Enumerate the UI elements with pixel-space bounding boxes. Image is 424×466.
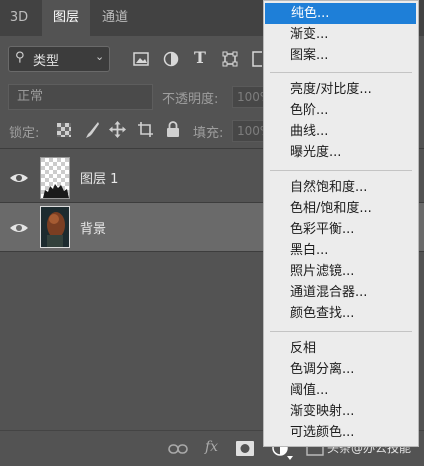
menu-separator xyxy=(270,170,412,171)
menu-item-hue-saturation[interactable]: 色相/饱和度... xyxy=(264,198,418,219)
menu-item-levels[interactable]: 色阶... xyxy=(264,100,418,121)
menu-item-gradient-map[interactable]: 渐变映射... xyxy=(264,401,418,422)
adjustment-layer-menu: 纯色... 渐变... 图案... 亮度/对比度... 色阶... 曲线... … xyxy=(263,0,419,447)
menu-item-curves[interactable]: 曲线... xyxy=(264,121,418,142)
menu-item-threshold[interactable]: 阈值... xyxy=(264,380,418,401)
type-filter-icon[interactable]: T xyxy=(191,48,209,67)
menu-item-pattern[interactable]: 图案... xyxy=(264,45,418,66)
menu-item-channel-mixer[interactable]: 通道混合器... xyxy=(264,282,418,303)
tab-3d[interactable]: 3D xyxy=(0,0,38,36)
layer-thumbnail xyxy=(40,206,70,248)
menu-item-solid-color[interactable]: 纯色... xyxy=(265,3,416,24)
menu-separator xyxy=(270,331,412,332)
tab-layers[interactable]: 图层 xyxy=(42,0,90,36)
shape-filter-icon[interactable] xyxy=(222,51,238,67)
lock-artboard-icon[interactable] xyxy=(137,121,154,138)
lock-label: 锁定: xyxy=(9,126,40,141)
menu-item-invert[interactable]: 反相 xyxy=(264,338,418,359)
lock-image-pixels-icon[interactable] xyxy=(84,121,100,139)
lock-position-icon[interactable] xyxy=(109,121,126,138)
filter-kind-select[interactable]: ⚲ 类型 ⌄ xyxy=(8,46,110,72)
opacity-field[interactable]: 100% xyxy=(232,86,264,108)
fill-field[interactable]: 100% xyxy=(232,120,264,142)
blend-mode-select[interactable]: 正常 xyxy=(8,84,153,110)
lock-all-icon[interactable] xyxy=(166,121,180,138)
adjustment-filter-icon[interactable] xyxy=(163,51,179,67)
filter-kind-label: 类型 xyxy=(33,54,60,69)
menu-item-selective-color[interactable]: 可选颜色... xyxy=(264,422,418,443)
menu-item-color-balance[interactable]: 色彩平衡... xyxy=(264,219,418,240)
layer-mask-icon[interactable] xyxy=(236,441,254,456)
menu-item-black-white[interactable]: 黑白... xyxy=(264,240,418,261)
menu-item-posterize[interactable]: 色调分离... xyxy=(264,359,418,380)
eye-icon[interactable] xyxy=(9,222,29,234)
lock-transparent-pixels-icon[interactable] xyxy=(57,123,71,137)
tab-channels[interactable]: 通道 xyxy=(92,0,138,36)
opacity-label: 不透明度: xyxy=(162,92,219,107)
eye-icon[interactable] xyxy=(9,172,29,184)
image-filter-icon[interactable] xyxy=(133,52,149,66)
menu-item-gradient[interactable]: 渐变... xyxy=(264,24,418,45)
layer-thumbnail xyxy=(40,157,70,199)
menu-item-vibrance[interactable]: 自然饱和度... xyxy=(264,177,418,198)
fx-icon[interactable]: fx xyxy=(205,439,218,455)
search-icon: ⚲ xyxy=(15,50,25,65)
menu-item-exposure[interactable]: 曝光度... xyxy=(264,142,418,163)
menu-item-brightness-contrast[interactable]: 亮度/对比度... xyxy=(264,79,418,100)
menu-item-color-lookup[interactable]: 颜色查找... xyxy=(264,303,418,324)
layer-name[interactable]: 背景 xyxy=(80,218,106,237)
menu-item-photo-filter[interactable]: 照片滤镜... xyxy=(264,261,418,282)
fill-label: 填充: xyxy=(193,126,224,141)
smart-object-filter-icon[interactable] xyxy=(252,51,262,67)
link-layers-icon[interactable] xyxy=(168,443,188,455)
layer-name[interactable]: 图层 1 xyxy=(80,168,118,187)
chevron-down-icon: ⌄ xyxy=(95,50,105,63)
menu-separator xyxy=(270,72,412,73)
